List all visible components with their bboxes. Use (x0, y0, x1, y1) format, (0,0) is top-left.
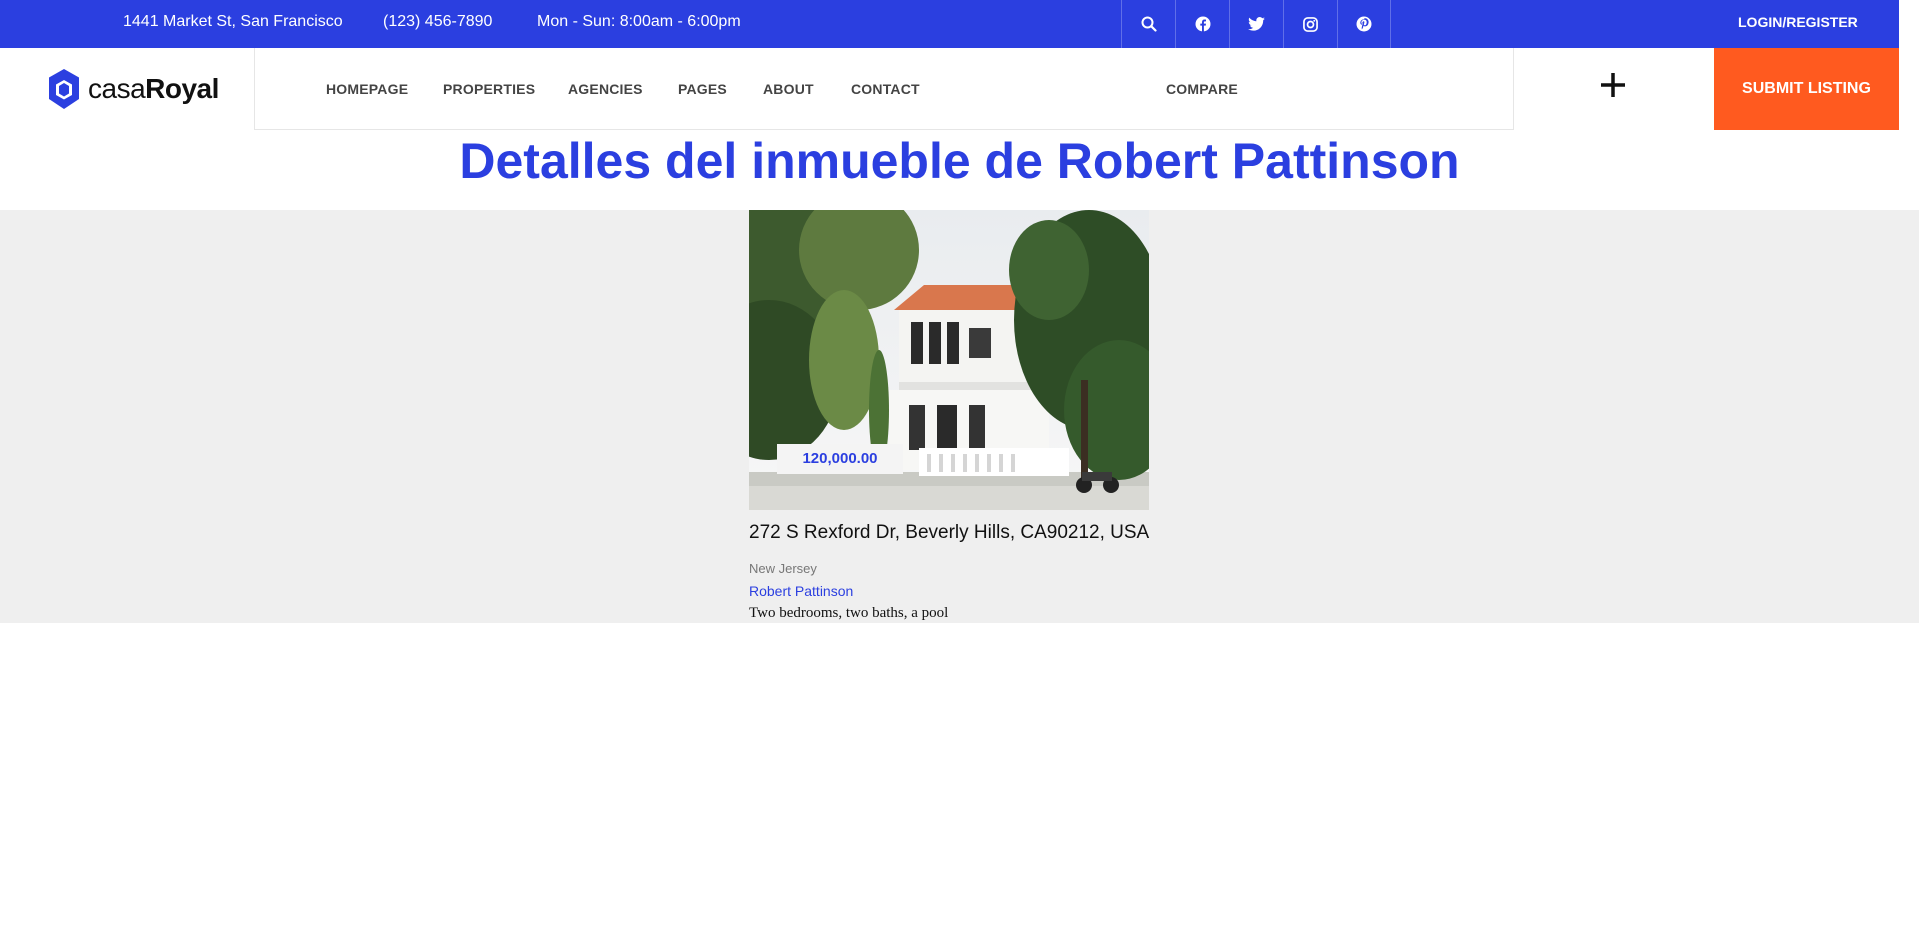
main-header: casaRoyal HOMEPAGE PROPERTIES AGENCIES P… (0, 48, 1899, 130)
phone-text: (123) 456-7890 (383, 13, 493, 30)
property-address: 272 S Rexford Dr, Beverly Hills, CA90212… (749, 522, 1150, 543)
pinterest-link[interactable] (1337, 0, 1391, 48)
logo-text: casaRoyal (88, 73, 219, 105)
property-state: New Jersey (749, 561, 817, 576)
logo-text-light: casa (88, 73, 146, 104)
price-badge: 120,000.00 (777, 444, 903, 474)
main-nav: HOMEPAGE PROPERTIES AGENCIES PAGES ABOUT… (254, 48, 1514, 130)
nav-contact[interactable]: CONTACT (851, 48, 920, 130)
add-plus-icon[interactable] (1598, 70, 1628, 100)
twitter-icon (1248, 17, 1265, 31)
instagram-icon (1303, 16, 1318, 32)
topbar-icon-group (1121, 0, 1391, 48)
facebook-icon (1195, 16, 1210, 32)
hexagon-logo-icon (49, 69, 79, 109)
search-icon (1141, 16, 1157, 32)
pinterest-icon (1356, 16, 1372, 32)
instagram-link[interactable] (1283, 0, 1337, 48)
logo-text-bold: Royal (145, 73, 219, 104)
nav-agencies[interactable]: AGENCIES (568, 48, 643, 130)
submit-listing-button[interactable]: SUBMIT LISTING (1714, 48, 1899, 130)
site-logo[interactable]: casaRoyal (48, 68, 219, 110)
address-text: 1441 Market St, San Francisco (123, 13, 343, 30)
nav-about[interactable]: ABOUT (763, 48, 814, 130)
nav-compare[interactable]: COMPARE (1166, 48, 1238, 130)
facebook-link[interactable] (1175, 0, 1229, 48)
nav-pages[interactable]: PAGES (678, 48, 727, 130)
login-register-link[interactable]: LOGIN/REGISTER (1738, 0, 1858, 44)
owner-link[interactable]: Robert Pattinson (749, 583, 853, 599)
page-title: Detalles del inmueble de Robert Pattinso… (459, 133, 1460, 189)
nav-properties[interactable]: PROPERTIES (443, 48, 535, 130)
top-bar: 1441 Market St, San Francisco (123) 456-… (0, 0, 1899, 48)
nav-homepage[interactable]: HOMEPAGE (326, 48, 408, 130)
search-button[interactable] (1121, 0, 1175, 48)
twitter-link[interactable] (1229, 0, 1283, 48)
hours-text: Mon - Sun: 8:00am - 6:00pm (537, 13, 741, 30)
property-description: Two bedrooms, two baths, a pool (749, 605, 949, 621)
